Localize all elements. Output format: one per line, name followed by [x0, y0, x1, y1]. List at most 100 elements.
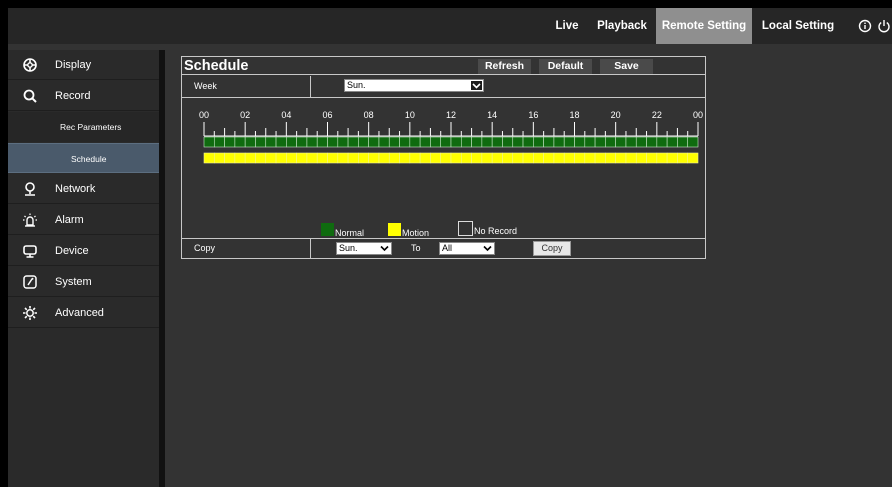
motion-cell[interactable] [358, 152, 369, 164]
motion-cell[interactable] [399, 152, 411, 164]
motion-cell[interactable] [430, 152, 442, 164]
motion-cell[interactable] [286, 152, 297, 164]
normal-cell[interactable] [409, 136, 421, 148]
refresh-button[interactable]: Refresh [478, 59, 531, 74]
normal-cell[interactable] [399, 136, 411, 148]
normal-cell[interactable] [471, 136, 483, 148]
motion-cell[interactable] [224, 152, 236, 164]
schedule-timeline[interactable]: 00 02 04 06 08 10 12 14 16 18 20 22 00 Normal Motion… [182, 99, 705, 238]
motion-cell[interactable] [625, 152, 637, 164]
motion-cell[interactable] [574, 152, 586, 164]
motion-cell[interactable] [491, 152, 503, 164]
motion-cell[interactable] [646, 152, 658, 164]
normal-cell[interactable] [337, 136, 349, 148]
motion-cell[interactable] [440, 152, 452, 164]
normal-cell[interactable] [635, 136, 647, 148]
normal-cell[interactable] [450, 136, 462, 148]
save-button[interactable]: Save [600, 59, 653, 74]
motion-cell[interactable] [584, 152, 596, 164]
motion-cell[interactable] [605, 152, 616, 164]
motion-cell[interactable] [368, 152, 380, 164]
sidebar-item-system[interactable]: System [8, 267, 159, 297]
normal-cell[interactable] [625, 136, 637, 148]
normal-cell[interactable] [213, 136, 225, 148]
motion-cell[interactable] [543, 152, 555, 164]
timeline-grid[interactable]: 00 02 04 06 08 10 12 14 16 18 20 22 00 [182, 99, 705, 237]
motion-cell[interactable] [512, 152, 524, 164]
motion-cell[interactable] [306, 152, 318, 164]
motion-cell[interactable] [522, 152, 534, 164]
normal-cell[interactable] [430, 136, 442, 148]
normal-cell[interactable] [584, 136, 596, 148]
sidebar-subitem-rec-parameters[interactable]: Rec Parameters [8, 112, 159, 142]
motion-cell[interactable] [656, 152, 668, 164]
motion-cell[interactable] [255, 152, 267, 164]
motion-cell[interactable] [203, 152, 215, 164]
normal-cell[interactable] [512, 136, 524, 148]
normal-cell[interactable] [275, 136, 287, 148]
copy-to-select[interactable]: All [439, 242, 495, 255]
motion-cell[interactable] [635, 152, 647, 164]
sidebar-item-advanced[interactable]: Advanced [8, 298, 159, 328]
info-icon[interactable] [858, 19, 872, 33]
motion-cell[interactable] [347, 152, 359, 164]
motion-cell[interactable] [471, 152, 483, 164]
normal-cell[interactable] [368, 136, 380, 148]
normal-cell[interactable] [255, 136, 267, 148]
motion-cell[interactable] [337, 152, 349, 164]
normal-cell[interactable] [677, 136, 689, 148]
normal-cell[interactable] [234, 136, 246, 148]
normal-cell[interactable] [646, 136, 658, 148]
motion-cell[interactable] [687, 152, 699, 164]
motion-cell[interactable] [563, 152, 575, 164]
normal-cell[interactable] [687, 136, 699, 148]
normal-cell[interactable] [533, 136, 544, 148]
power-icon[interactable] [877, 19, 891, 33]
normal-cell[interactable] [347, 136, 359, 148]
motion-cell[interactable] [409, 152, 421, 164]
normal-cell[interactable] [553, 136, 565, 148]
normal-cell[interactable] [440, 136, 452, 148]
normal-cell[interactable] [419, 136, 431, 148]
normal-cell[interactable] [543, 136, 555, 148]
nav-remote-setting[interactable]: Remote Setting [656, 8, 752, 44]
motion-cell[interactable] [213, 152, 225, 164]
normal-cell[interactable] [286, 136, 297, 148]
normal-cell[interactable] [460, 136, 472, 148]
motion-cell[interactable] [275, 152, 287, 164]
motion-cell[interactable] [481, 152, 493, 164]
normal-cell[interactable] [522, 136, 534, 148]
normal-cell[interactable] [594, 136, 606, 148]
motion-cell[interactable] [615, 152, 627, 164]
sidebar-item-alarm[interactable]: Alarm [8, 205, 159, 235]
sidebar-item-network[interactable]: Network [8, 174, 159, 204]
motion-cell[interactable] [533, 152, 544, 164]
sidebar-item-record[interactable]: Record [8, 81, 159, 111]
normal-cell[interactable] [306, 136, 318, 148]
motion-cell[interactable] [460, 152, 472, 164]
nav-playback[interactable]: Playback [592, 8, 652, 44]
normal-cell[interactable] [327, 136, 339, 148]
sidebar-item-display[interactable]: Display [8, 50, 159, 80]
motion-cell[interactable] [234, 152, 246, 164]
normal-cell[interactable] [656, 136, 668, 148]
motion-cell[interactable] [419, 152, 431, 164]
normal-cell[interactable] [502, 136, 514, 148]
motion-cell[interactable] [666, 152, 678, 164]
normal-cell[interactable] [224, 136, 236, 148]
normal-cell[interactable] [615, 136, 627, 148]
normal-cell[interactable] [358, 136, 369, 148]
normal-cell[interactable] [378, 136, 390, 148]
normal-cell[interactable] [666, 136, 678, 148]
sidebar-item-device[interactable]: Device [8, 236, 159, 266]
motion-cell[interactable] [594, 152, 606, 164]
normal-cell[interactable] [563, 136, 575, 148]
motion-cell[interactable] [327, 152, 339, 164]
default-button[interactable]: Default [539, 59, 592, 74]
nav-local-setting[interactable]: Local Setting [756, 8, 840, 44]
motion-cell[interactable] [296, 152, 308, 164]
motion-cell[interactable] [502, 152, 514, 164]
normal-cell[interactable] [491, 136, 503, 148]
normal-cell[interactable] [316, 136, 328, 148]
normal-cell[interactable] [481, 136, 493, 148]
